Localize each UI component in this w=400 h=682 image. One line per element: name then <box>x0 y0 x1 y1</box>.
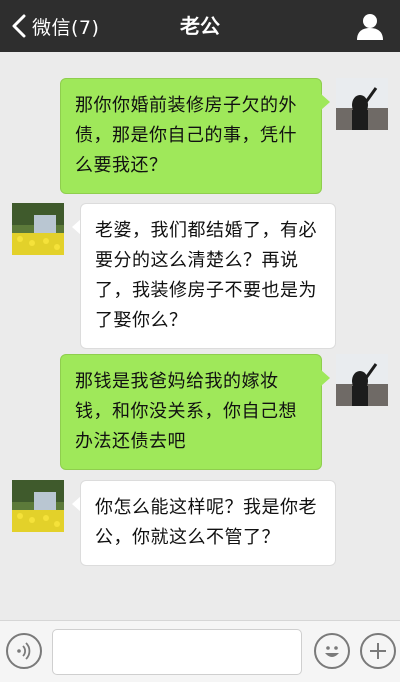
voice-icon <box>17 642 31 660</box>
back-label: 微信(7) <box>32 16 100 39</box>
chat-area[interactable]: 那你你婚前装修房子欠的外债，那是你自己的事，凭什么要我还？ 老婆，我们都结婚了，… <box>0 52 400 620</box>
back-button[interactable]: 微信(7) <box>8 0 99 52</box>
profile-button[interactable] <box>356 12 384 40</box>
avatar-contact[interactable] <box>12 203 64 255</box>
message-bubble[interactable]: 那你你婚前装修房子欠的外债，那是你自己的事，凭什么要我还？ <box>60 78 322 194</box>
emoji-button[interactable] <box>314 633 350 669</box>
plus-icon <box>370 643 386 659</box>
chevron-left-icon <box>8 14 30 38</box>
message-bubble[interactable]: 你怎么能这样呢？我是你老公，你就这么不管了？ <box>80 480 336 566</box>
person-icon <box>357 14 383 40</box>
avatar-contact[interactable] <box>12 480 64 532</box>
avatar-self[interactable] <box>336 78 388 130</box>
add-button[interactable] <box>360 633 396 669</box>
avatar-self[interactable] <box>336 354 388 406</box>
message-bubble[interactable]: 老婆，我们都结婚了，有必要分的这么清楚么？再说了，我装修房子不要也是为了娶你么？ <box>80 203 336 349</box>
top-bar: 微信(7) 老公 <box>0 0 400 52</box>
bubble-tail <box>321 370 330 386</box>
smiley-icon <box>325 646 339 657</box>
message-input[interactable] <box>52 629 302 675</box>
message-bubble[interactable]: 那钱是我爸妈给我的嫁妆钱，和你没关系，你自己想办法还债去吧 <box>60 354 322 470</box>
voice-button[interactable] <box>6 633 42 669</box>
bubble-tail <box>321 94 330 110</box>
input-bar <box>0 620 400 682</box>
